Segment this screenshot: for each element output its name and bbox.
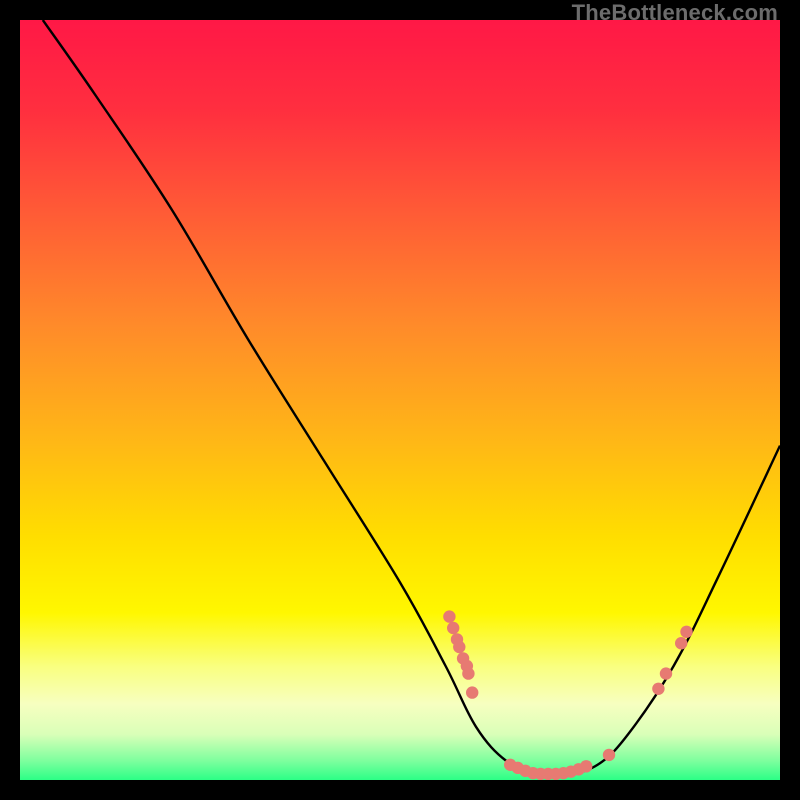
data-marker (652, 683, 664, 695)
data-marker (660, 667, 672, 679)
watermark-label: TheBottleneck.com (572, 0, 778, 26)
data-marker (443, 610, 455, 622)
chart-frame (20, 20, 780, 780)
gradient-background (20, 20, 780, 780)
data-marker (580, 760, 592, 772)
data-marker (453, 641, 465, 653)
data-marker (447, 622, 459, 634)
data-marker (466, 686, 478, 698)
data-marker (680, 626, 692, 638)
data-marker (462, 667, 474, 679)
data-marker (603, 749, 615, 761)
bottleneck-curve-chart (20, 20, 780, 780)
data-marker (675, 637, 687, 649)
